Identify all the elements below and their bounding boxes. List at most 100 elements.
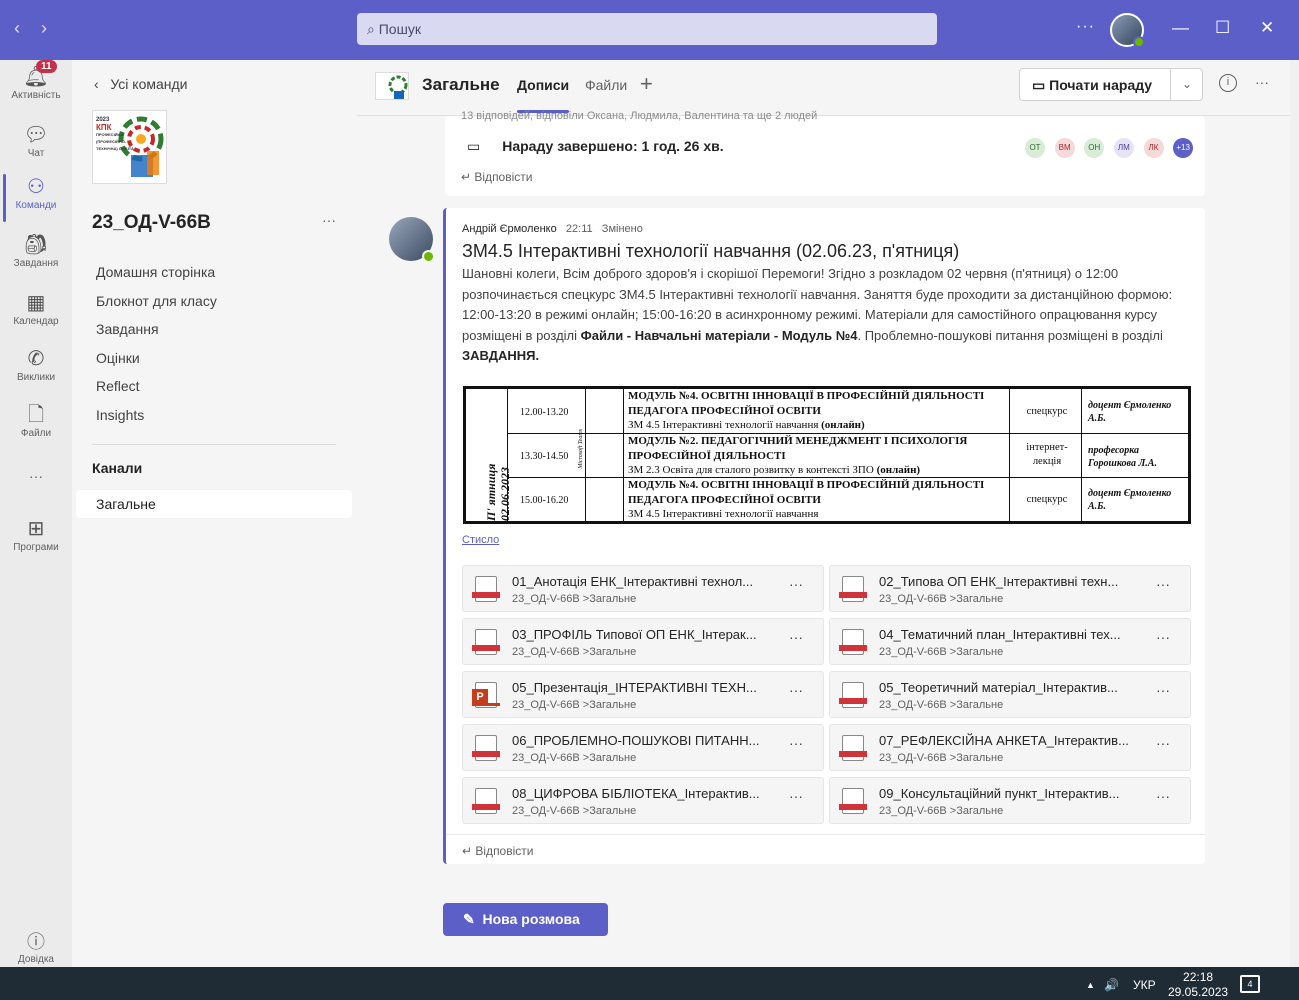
user-avatar[interactable] bbox=[1110, 13, 1145, 48]
chevron-left-icon: ‹ bbox=[94, 76, 111, 92]
tab-files[interactable]: Файли bbox=[585, 77, 627, 93]
schedule-lecturer: доцент Єрмоленко А.Б. bbox=[1088, 400, 1172, 424]
avatar[interactable]: ЛМ bbox=[1113, 138, 1134, 158]
app-rail: 🔔︎ 11 Активність 💬︎ Чат ⚇ Команди 🎒︎ Зав… bbox=[0, 60, 72, 967]
avatar[interactable]: ОТ bbox=[1025, 138, 1045, 158]
file-more-button[interactable]: ··· bbox=[1156, 735, 1170, 751]
rail-activity[interactable]: 🔔︎ 11 Активність bbox=[0, 60, 72, 101]
file-attachment[interactable]: 02_Типова ОП ЕНК_Інтерактивні техн... 23… bbox=[829, 565, 1191, 612]
rail-assignments[interactable]: 🎒︎ Завдання bbox=[0, 232, 72, 269]
video-icon: ▭ bbox=[467, 138, 481, 154]
file-attachment[interactable]: 01_Анотація ЕНК_Інтерактивні технол... 2… bbox=[462, 565, 824, 612]
file-attachment[interactable]: 04_Тематичний план_Інтерактивні тех... 2… bbox=[829, 618, 1191, 665]
team-logo: 2023 КПК ПРОФЕСІЙНА (ПРОФЕСІЙНО- ТЕХНІЧН… bbox=[92, 110, 167, 184]
rail-label: Команди bbox=[15, 200, 57, 211]
file-attachment[interactable]: 03_ПРОФІЛЬ Типової ОП ЕНК_Інтерак... 23_… bbox=[462, 618, 824, 665]
announcement-post: Андрій Єрмоленко 22:11 Змінено ЗМ4.5 Інт… bbox=[443, 208, 1205, 864]
module-title: МОДУЛЬ №4. ОСВІТНІ ІННОВАЦІЇ В ПРОФЕСІЙН… bbox=[628, 479, 985, 506]
back-arrow-icon[interactable]: ‹ bbox=[14, 18, 20, 38]
meeting-post: 13 відповідей, відповіли Оксана, Людмила… bbox=[445, 110, 1205, 196]
participant-avatars: ОТ ВМ ОН ЛМ ЛК +13 bbox=[1025, 138, 1199, 158]
rail-apps[interactable]: ⊞ Програми bbox=[0, 516, 72, 553]
module-topic: ЗМ 4.5 Інтерактивні технології навчання bbox=[628, 419, 822, 431]
nav-assignments[interactable]: Завдання bbox=[96, 321, 159, 337]
module-topic: ЗМ 2.3 Освіта для сталого розвитку в кон… bbox=[628, 464, 877, 476]
file-more-button[interactable]: ··· bbox=[1156, 629, 1170, 645]
file-attachment[interactable]: 08_ЦИФРОВА БІБЛІОТЕКА_Інтерактив... 23_О… bbox=[462, 777, 824, 824]
post-subject: ЗМ4.5 Інтерактивні технології навчання (… bbox=[462, 241, 960, 261]
file-more-button[interactable]: ··· bbox=[1156, 576, 1170, 592]
rail-chat[interactable]: 💬︎ Чат bbox=[0, 122, 72, 159]
info-icon[interactable]: i bbox=[1219, 74, 1237, 92]
calendar-icon: ▦ bbox=[26, 292, 46, 314]
volume-icon[interactable]: 🔊 bbox=[1104, 978, 1119, 992]
start-meeting-button[interactable]: ▭ Почати нараду ⌄ bbox=[1019, 68, 1203, 101]
file-attachment[interactable]: 07_РЕФЛЕКСІЙНА АНКЕТА_Інтерактив... 23_О… bbox=[829, 724, 1191, 771]
file-more-button[interactable]: ··· bbox=[789, 576, 803, 592]
avatar[interactable]: ЛК bbox=[1143, 138, 1164, 158]
language-indicator[interactable]: УКР bbox=[1133, 978, 1156, 992]
channel-item-general[interactable]: Загальне bbox=[76, 490, 352, 518]
avatar[interactable]: ВМ bbox=[1054, 138, 1075, 158]
nav-insights[interactable]: Insights bbox=[96, 407, 144, 423]
module-title: МОДУЛЬ №2. ПЕДАГОГІЧНИЙ МЕНЕДЖМЕНТ І ПСИ… bbox=[628, 435, 968, 462]
add-tab-icon[interactable]: + bbox=[640, 71, 653, 97]
clock[interactable]: 22:18 29.05.2023 bbox=[1168, 970, 1228, 1000]
tab-posts[interactable]: Дописи bbox=[517, 77, 570, 113]
rail-files[interactable]: 🗋 Файли bbox=[0, 402, 72, 439]
minimize-button[interactable]: — bbox=[1172, 18, 1189, 38]
title-bar: ‹ › ⌕ Пошук ··· — ☐ ✕ bbox=[0, 0, 1299, 60]
avatar-overflow[interactable]: +13 bbox=[1173, 138, 1194, 158]
close-button[interactable]: ✕ bbox=[1260, 18, 1274, 38]
file-location: 23_ОД-V-66В >Загальне bbox=[512, 699, 637, 711]
new-conversation-button[interactable]: ✎ Нова розмова bbox=[443, 903, 608, 936]
help-button[interactable]: ⓘ Довідка bbox=[0, 928, 72, 965]
post-body: Шановні колеги, Всім доброго здоров'я і … bbox=[462, 264, 1192, 367]
collapse-link[interactable]: Стисло bbox=[462, 534, 499, 546]
replies-summary[interactable]: 13 відповідей, відповіли Оксана, Людмила… bbox=[461, 110, 817, 122]
author-avatar[interactable] bbox=[389, 217, 435, 263]
nav-grades[interactable]: Оцінки bbox=[96, 350, 140, 366]
body-bold: Файли - Навчальні матеріали - Модуль №4 bbox=[580, 327, 858, 343]
rail-more[interactable]: ··· bbox=[0, 468, 72, 484]
post-meta: Андрій Єрмоленко 22:11 Змінено bbox=[462, 223, 643, 235]
file-more-button[interactable]: ··· bbox=[789, 682, 803, 698]
assignments-icon: 🎒︎ bbox=[23, 234, 49, 256]
team-more-button[interactable]: ··· bbox=[322, 212, 336, 228]
forward-arrow-icon[interactable]: › bbox=[41, 18, 47, 38]
nav-class-notebook[interactable]: Блокнот для класу bbox=[96, 293, 217, 309]
schedule-time: 12.00-13.20 bbox=[520, 407, 569, 418]
file-more-button[interactable]: ··· bbox=[789, 735, 803, 751]
logo-line: КПК bbox=[96, 123, 112, 132]
author-name[interactable]: Андрій Єрмоленко bbox=[462, 223, 557, 235]
maximize-button[interactable]: ☐ bbox=[1215, 18, 1230, 38]
file-attachment[interactable]: 05_Презентація_ІНТЕРАКТИВНІ ТЕХН... 23_О… bbox=[462, 671, 824, 718]
nav-home-page[interactable]: Домашня сторінка bbox=[96, 264, 215, 280]
header-more-button[interactable]: ··· bbox=[1255, 74, 1269, 90]
chevron-down-icon[interactable]: ⌄ bbox=[1182, 77, 1192, 91]
file-more-button[interactable]: ··· bbox=[1156, 788, 1170, 804]
all-teams-link[interactable]: ‹ Усі команди bbox=[94, 76, 188, 92]
rail-calls[interactable]: ✆ Виклики bbox=[0, 346, 72, 383]
nav-reflect[interactable]: Reflect bbox=[96, 378, 140, 394]
channel-header: Загальне Дописи Файли + ▭ Почати нараду … bbox=[357, 60, 1290, 116]
notification-icon[interactable]: 4 bbox=[1240, 975, 1260, 993]
avatar[interactable]: ОН bbox=[1084, 138, 1105, 158]
reply-button[interactable]: ↵ Відповісти bbox=[462, 844, 533, 858]
file-more-button[interactable]: ··· bbox=[1156, 682, 1170, 698]
compose-icon: ✎ bbox=[463, 911, 483, 927]
search-icon: ⌕ bbox=[367, 21, 379, 37]
divider bbox=[446, 834, 1205, 835]
settings-more-button[interactable]: ··· bbox=[1076, 18, 1095, 36]
rail-calendar[interactable]: ▦ Календар bbox=[0, 290, 72, 327]
file-more-button[interactable]: ··· bbox=[789, 629, 803, 645]
file-attachment[interactable]: 05_Теоретичний матеріал_Інтерактив... 23… bbox=[829, 671, 1191, 718]
tray-chevron-icon[interactable]: ▲ bbox=[1086, 980, 1095, 990]
rail-teams[interactable]: ⚇ Команди bbox=[0, 174, 72, 222]
file-attachment[interactable]: 09_Консультаційний пункт_Інтерактив... 2… bbox=[829, 777, 1191, 824]
search-input[interactable]: ⌕ Пошук bbox=[357, 13, 937, 45]
reply-button[interactable]: ↵ Відповісти bbox=[461, 170, 532, 184]
logo-line: ТЕХНІЧНА) ОСВІТА bbox=[96, 146, 134, 151]
file-more-button[interactable]: ··· bbox=[789, 788, 803, 804]
file-attachment[interactable]: 06_ПРОБЛЕМНО-ПОШУКОВІ ПИТАНН... 23_ОД-V-… bbox=[462, 724, 824, 771]
